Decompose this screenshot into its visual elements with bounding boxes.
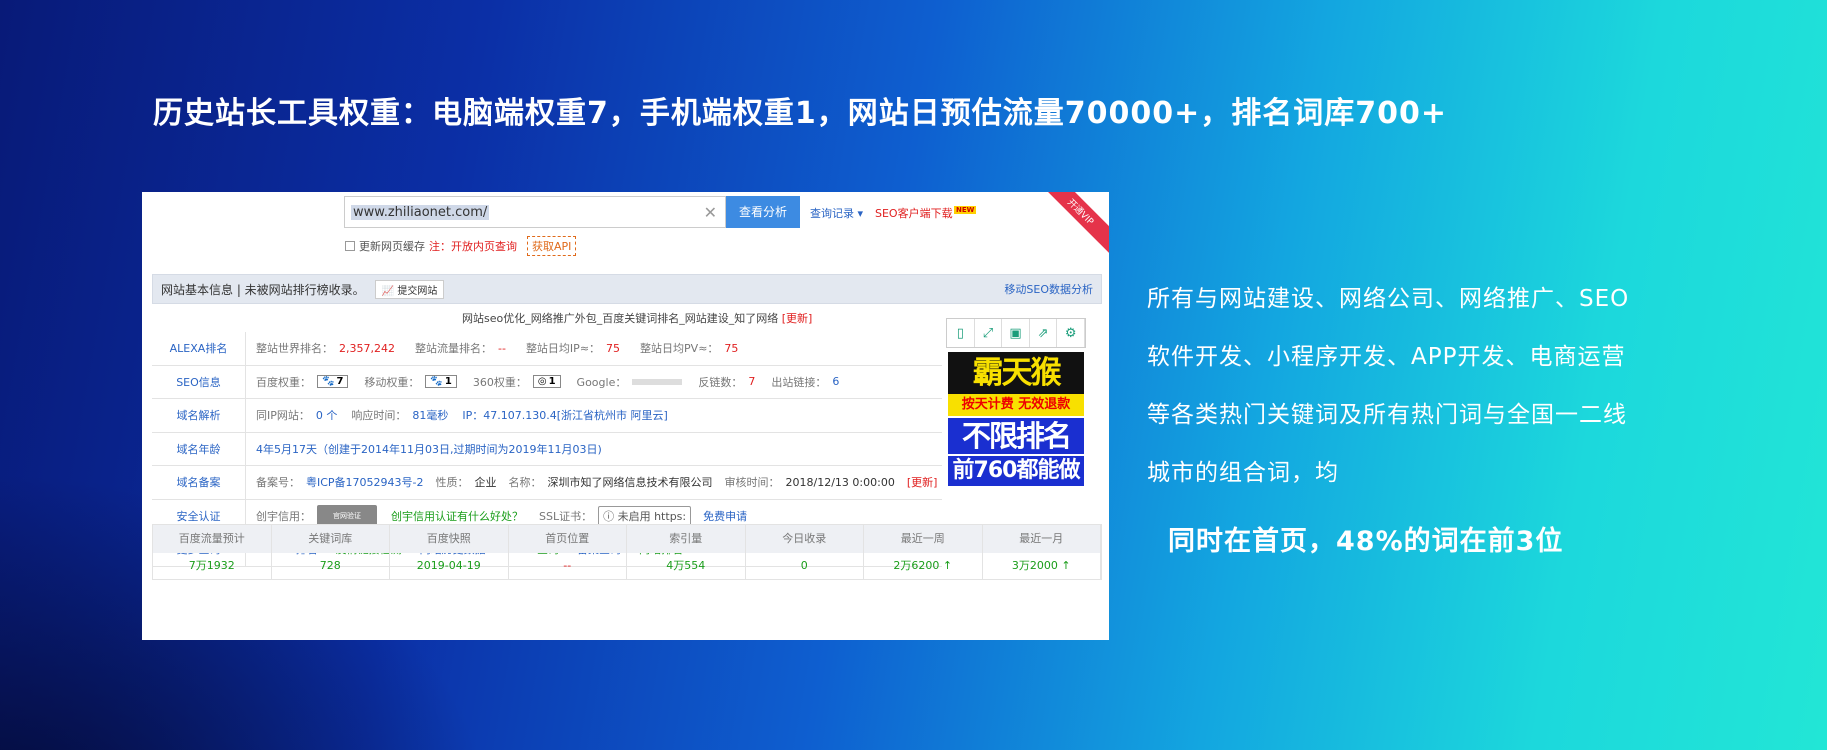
cache-label: 更新网页缓存 <box>359 240 425 253</box>
site-description: 网站seo优化_网络推广外包_百度关键词排名_网站建设_知了网络 [更新] <box>462 312 813 325</box>
ad-line-4: 前760都能做 <box>948 456 1084 486</box>
mobile-seo-link[interactable]: 移动SEO数据分析 <box>1004 281 1093 297</box>
cache-option: 更新网页缓存 注：开放内页查询 获取API <box>345 236 577 256</box>
baidu-weight-badge[interactable]: 🐾 7 <box>317 375 349 389</box>
row-label[interactable]: 域名年龄 <box>152 432 246 465</box>
headline: 历史站长工具权重：电脑端权重7，手机端权重1，网站日预估流量70000+，排名词… <box>152 96 1447 131</box>
clear-icon[interactable]: ✕ <box>704 203 717 222</box>
alexa-row: ALEXA排名 整站世界排名： 2,357,242 整站流量排名： -- 整站日均I… <box>152 332 942 366</box>
side-highlight: 同时在首页，48%的词在前3位 <box>1168 526 1564 557</box>
google-bar <box>632 378 683 385</box>
side-description: 所有与网站建设、网络公司、网络推广、SEO 软件开发、小程序开发、APP开发、电… <box>1147 270 1707 502</box>
side-line: 所有与网站建设、网络公司、网络推广、SEO <box>1147 286 1630 312</box>
seo-row: SEO信息 百度权重： 🐾 7 移动权重： 🐾 1 360权重： ◎ 1 Google… <box>152 365 942 399</box>
cache-checkbox[interactable] <box>345 241 355 251</box>
basic-info-title: 网站基本信息 | 未被网站排行榜收录。 <box>161 282 365 297</box>
credit-link[interactable]: 创宇信用认证有什么好处？ <box>391 508 523 524</box>
360-weight-badge[interactable]: ◎ 1 <box>532 375 561 389</box>
seo-tool-screenshot: www.zhiliaonet.com/ ✕ 查看分析 查询记录 ▾ SEO客户端… <box>142 192 1109 640</box>
ad-line-1: 霸天猴 <box>948 352 1084 394</box>
row-label[interactable]: SEO信息 <box>152 365 246 398</box>
share-icon[interactable]: ⇗ <box>1030 319 1058 347</box>
row-label[interactable]: ALEXA排名 <box>152 332 246 365</box>
save-icon[interactable]: ▣ <box>1002 319 1030 347</box>
gear-icon[interactable]: ⚙ <box>1057 319 1085 347</box>
ad-banner[interactable]: 霸天猴 按天计费 无效退款 不限排名 前760都能做 <box>948 352 1084 486</box>
basic-info-bar: 网站基本信息 | 未被网站排行榜收录。 📈 提交网站 移动SEO数据分析 <box>152 274 1102 304</box>
stats-value-row: 7万1932 728 2019-04-19 -- 4万554 0 2万6200 ↑ 3万200… <box>153 553 1101 579</box>
row-label[interactable]: 域名备案 <box>152 466 246 499</box>
toolbar: ▯ ⤢ ▣ ⇗ ⚙ <box>946 318 1086 348</box>
search-input[interactable]: www.zhiliaonet.com/ ✕ <box>344 196 726 228</box>
beian-row: 域名备案 备案号： 粤ICP备17052943号-2 性质： 企业 名称： 深圳市知了… <box>152 466 942 500</box>
vip-ribbon[interactable]: 开通VIP <box>1031 192 1109 261</box>
expand-icon[interactable]: ⤢ <box>975 319 1003 347</box>
free-apply-link[interactable]: 免费申请 <box>703 508 747 524</box>
stats-header-row: 百度流量预计 关键词库 百度快照 首页位置 索引量 今日收录 最近一周 最近一月 <box>153 525 1101 553</box>
history-link[interactable]: 查询记录 ▾ <box>810 205 863 221</box>
search-value: www.zhiliaonet.com/ <box>351 205 490 220</box>
analyze-button[interactable]: 查看分析 <box>726 196 800 228</box>
new-badge: NEW <box>954 206 977 214</box>
submit-site-button[interactable]: 📈 提交网站 <box>374 279 445 299</box>
ssl-status: ⓘ 未启用 https: <box>598 505 692 526</box>
mobile-icon[interactable]: ▯ <box>947 319 975 347</box>
cache-note[interactable]: 注：开放内页查询 <box>429 238 517 254</box>
stats-table: 百度流量预计 关键词库 百度快照 首页位置 索引量 今日收录 最近一周 最近一月 7万1932… <box>152 524 1102 580</box>
chart-icon: 📈 <box>381 285 395 297</box>
row-label[interactable]: 域名解析 <box>152 399 246 432</box>
mobile-weight-badge[interactable]: 🐾 1 <box>425 375 457 389</box>
side-line: 软件开发、小程序开发、APP开发、电商运营 <box>1147 344 1626 370</box>
api-button[interactable]: 获取API <box>527 236 577 256</box>
side-line: 等各类热门关键词及所有热门词与全国一二线 <box>1147 402 1627 428</box>
ad-line-3: 不限排名 <box>948 418 1084 454</box>
dns-row: 域名解析 同IP网站： 0 个 响应时间： 81毫秒 IP：47.107.130.4… <box>152 399 942 433</box>
side-line: 城市的组合词，均 <box>1147 460 1339 486</box>
client-download-link[interactable]: SEO客户端下载 <box>875 205 953 221</box>
age-row: 域名年龄 4年5月17天（创建于2014年11月03日,过期时间为2019年11… <box>152 432 942 466</box>
update-link[interactable]: [更新] <box>782 312 813 325</box>
ad-line-2: 按天计费 无效退款 <box>948 394 1084 416</box>
